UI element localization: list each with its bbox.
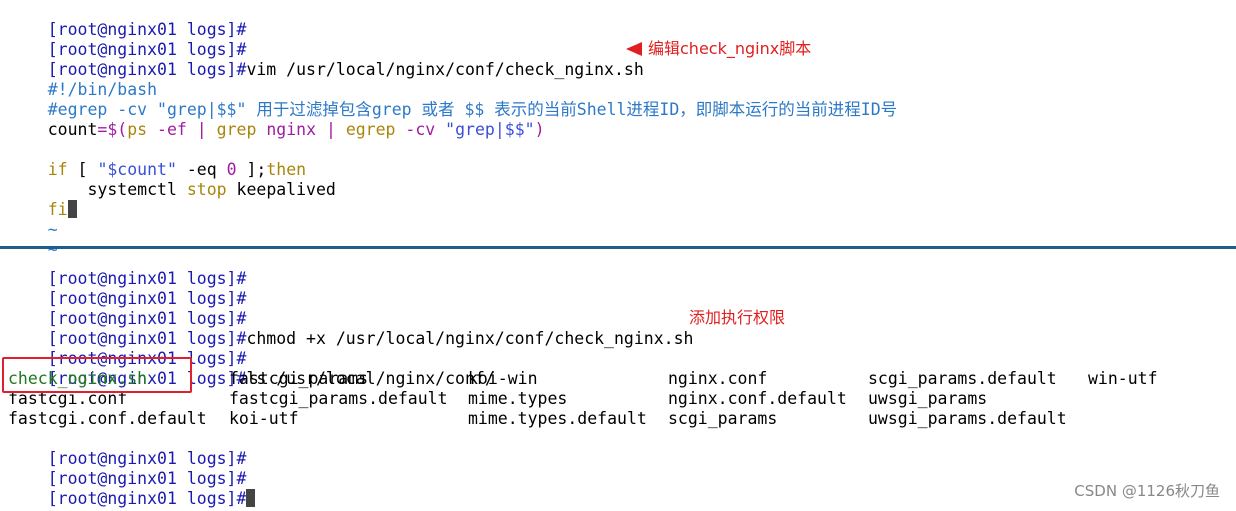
egrep-options: -cv	[395, 120, 446, 139]
script-fi-line: fi	[8, 180, 77, 219]
ps-command: ps	[127, 120, 148, 139]
vim-command: vim /usr/local/nginx/conf/check_nginx.sh	[246, 60, 644, 79]
list-item: uwsgi_params.default	[868, 409, 1067, 428]
egrep-command: egrep	[345, 120, 396, 139]
script-systemctl-line: systemctl stop keepalived	[8, 160, 335, 199]
chmod-command: chmod +x /usr/local/nginx/conf/check_ngi…	[246, 329, 694, 348]
list-item: mime.types	[468, 389, 568, 408]
count-close: )	[534, 120, 545, 139]
terminal-line: [root@nginx01 logs]#chmod +x /usr/local/…	[8, 309, 694, 348]
terminal-line: [root@nginx01 logs]#	[8, 449, 247, 488]
terminal-line: [root@nginx01 logs]#	[8, 469, 256, 508]
annotation-add-exec: 添加执行权限	[689, 308, 786, 327]
highlight-box	[2, 357, 192, 393]
script-comment: #egrep -cv "grep|$$" 用于过滤掉包含grep 或者 $$ 表…	[8, 80, 897, 119]
text-cursor	[67, 200, 77, 218]
shell-prompt: [root@nginx01 logs]#	[47, 489, 247, 508]
grep-args: nginx |	[256, 120, 346, 139]
terminal-line: [root@nginx01 logs]#	[8, 0, 247, 39]
terminal-line: [root@nginx01 logs]#	[8, 249, 247, 288]
script-if-line: if [ "$count" -eq 0 ];then	[8, 140, 306, 179]
terminal-line: [root@nginx01 logs]#	[8, 429, 247, 468]
text-cursor	[246, 489, 256, 507]
vim-empty-line: ~	[8, 220, 58, 259]
vim-empty-line: ~	[8, 200, 58, 239]
keepalived-arg: keepalived	[226, 180, 336, 199]
arrow-left-icon	[626, 42, 642, 56]
terminal-bottom-pane[interactable]: [root@nginx01 logs]# [root@nginx01 logs]…	[0, 249, 1236, 511]
list-item: nginx.conf.default	[668, 389, 847, 408]
terminal-top-pane[interactable]: [root@nginx01 logs]# [root@nginx01 logs]…	[0, 0, 1236, 259]
list-item: scgi_params	[668, 409, 778, 428]
watermark: CSDN @1126秋刀鱼	[1074, 482, 1220, 500]
terminal-line: [root@nginx01 logs]#	[8, 269, 247, 308]
grep-command: grep	[216, 120, 257, 139]
list-item: scgi_params.default	[868, 369, 1057, 388]
script-shebang: #!/bin/bash	[8, 60, 157, 99]
script-count-line: count=$(ps -ef | grep nginx | egrep -cv …	[8, 100, 545, 139]
stop-keyword: stop	[186, 180, 227, 199]
list-item: fastcgi.conf.default	[8, 409, 207, 428]
list-item: nginx.conf	[668, 369, 768, 388]
count-assign: =$(	[97, 120, 128, 139]
list-item: koi-win	[468, 369, 538, 388]
list-item: uwsgi_params	[868, 389, 988, 408]
terminal-line: [root@nginx01 logs]#	[8, 289, 247, 328]
terminal-line: [root@nginx01 logs]#	[8, 329, 247, 368]
list-item: win-utf	[1088, 369, 1158, 388]
terminal-line: [root@nginx01 logs]#	[8, 20, 247, 59]
egrep-pattern: "grep|$$"	[445, 120, 535, 139]
list-item: koi-utf	[229, 409, 299, 428]
ps-options: -ef |	[147, 120, 217, 139]
annotation-edit-script: 编辑check_nginx脚本	[648, 39, 812, 58]
list-item: fastcgi_params	[229, 369, 369, 388]
list-item: fastcgi_params.default	[229, 389, 448, 408]
list-item: mime.types.default	[468, 409, 647, 428]
terminal-line: [root@nginx01 logs]#vim /usr/local/nginx…	[8, 40, 644, 79]
count-variable: count	[47, 120, 98, 139]
